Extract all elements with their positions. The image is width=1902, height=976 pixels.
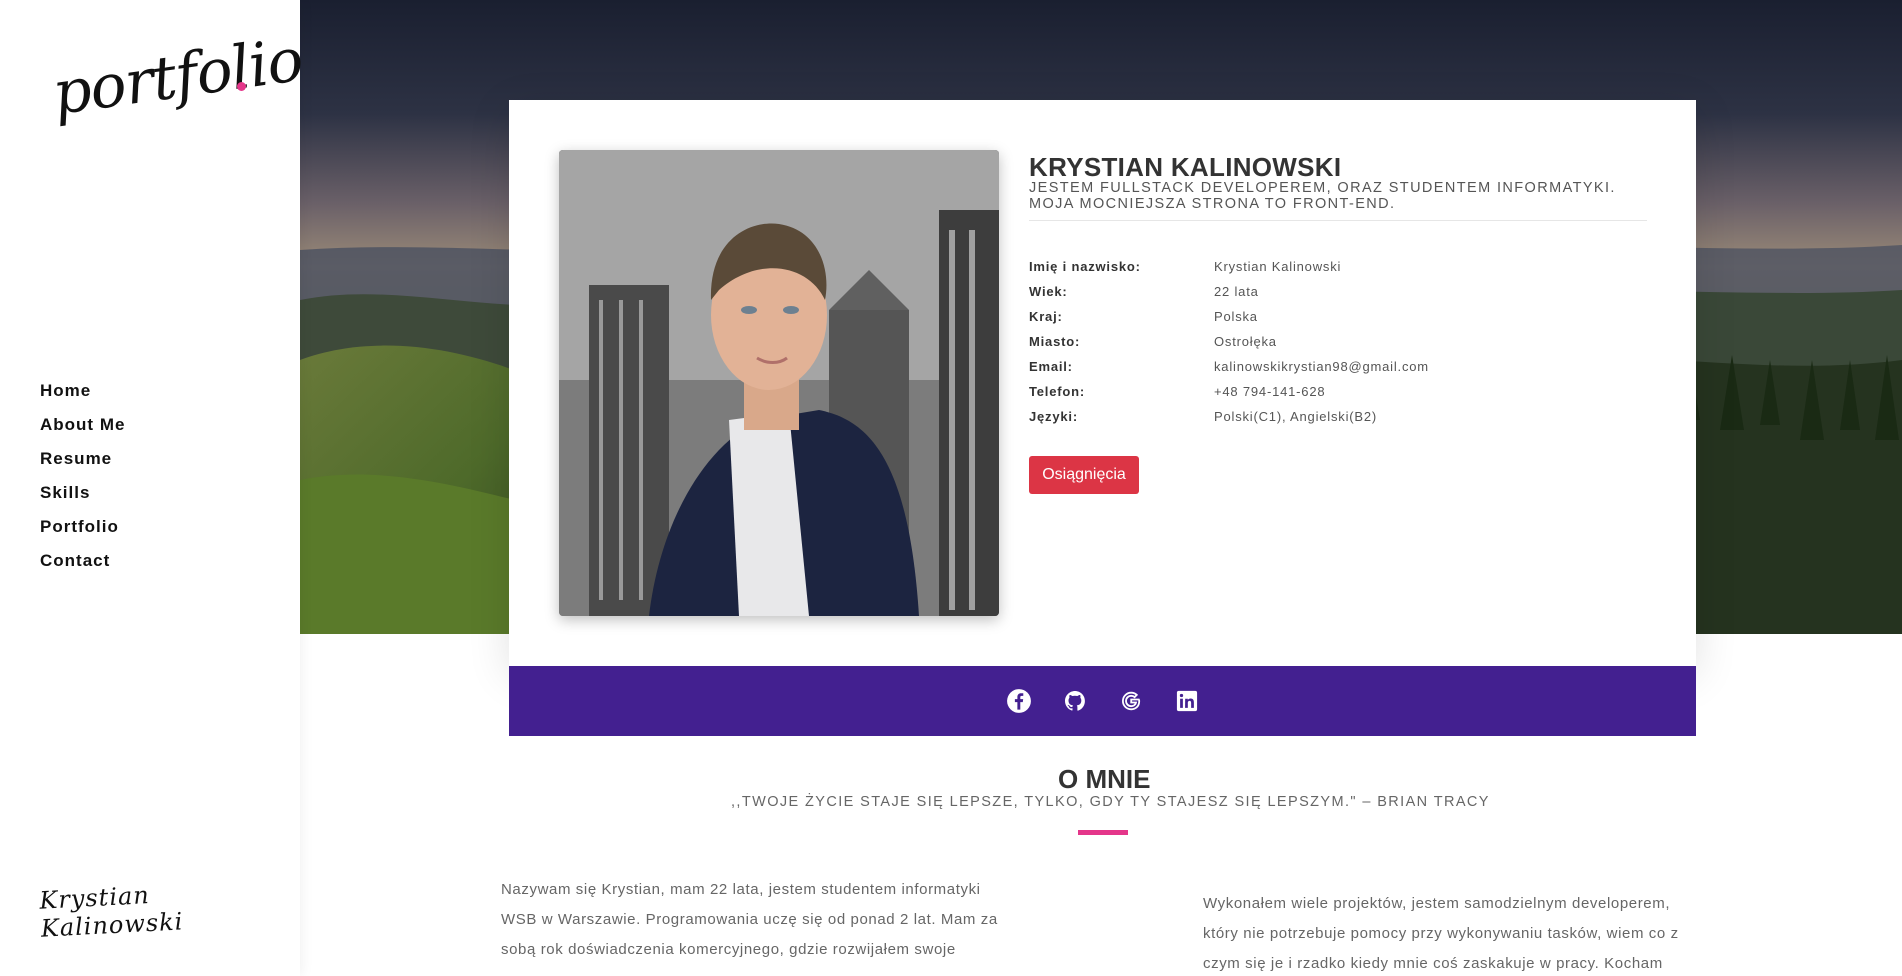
sidebar: portfolio Home About Me Resume Skills Po… — [0, 0, 307, 976]
main-nav: Home About Me Resume Skills Portfolio Co… — [40, 374, 125, 578]
section-accent-line — [1078, 830, 1128, 835]
nav-item-contact[interactable]: Contact — [40, 544, 125, 578]
social-links-bar — [509, 666, 1696, 736]
info-label: Miasto: — [1029, 334, 1081, 349]
info-label: Imię i nazwisko: — [1029, 259, 1141, 274]
info-row-name: Imię i nazwisko: Krystian Kalinowski — [1029, 254, 1429, 279]
logo-text: portfolio — [48, 24, 307, 130]
info-label: Wiek: — [1029, 284, 1068, 299]
achievements-button[interactable]: Osiągnięcia — [1029, 456, 1139, 494]
about-quote: ,,TWOJE ŻYCIE STAJE SIĘ LEPSZE, TYLKO, G… — [731, 794, 1490, 810]
signature: Krystian Kalinowski — [38, 881, 185, 943]
about-title: O MNIE — [1058, 764, 1151, 794]
about-text-left: Nazywam się Krystian, mam 22 lata, jeste… — [501, 875, 1001, 965]
nav-item-skills[interactable]: Skills — [40, 476, 125, 510]
info-value: Polski(C1), Angielski(B2) — [1214, 409, 1378, 424]
info-label: Email: — [1029, 359, 1073, 374]
profile-info-list: Imię i nazwisko: Krystian Kalinowski Wie… — [1029, 254, 1429, 429]
info-value: Polska — [1214, 309, 1258, 324]
info-value: Krystian Kalinowski — [1214, 259, 1342, 274]
profile-photo-illustration — [559, 150, 999, 616]
about-text-line: czym się je i rzadko kiedy mnie coś zask… — [1203, 955, 1663, 972]
profile-name: KRYSTIAN KALINOWSKI — [1029, 152, 1342, 182]
info-row-languages: Języki: Polski(C1), Angielski(B2) — [1029, 404, 1429, 429]
profile-subtitle: JESTEM FULLSTACK DEVELOPEREM, ORAZ STUDE… — [1029, 180, 1649, 212]
profile-card: KRYSTIAN KALINOWSKI JESTEM FULLSTACK DEV… — [509, 100, 1696, 666]
about-text-line: który nie potrzebuje pomocy przy wykonyw… — [1203, 925, 1679, 942]
nav-item-resume[interactable]: Resume — [40, 442, 125, 476]
about-text-line: sobą rok doświadczenia komercyjnego, gdz… — [501, 941, 956, 958]
subtitle-line-1: JESTEM FULLSTACK DEVELOPEREM, ORAZ STUDE… — [1029, 180, 1616, 196]
info-label: Języki: — [1029, 409, 1078, 424]
about-text-right: Wykonałem wiele projektów, jestem samodz… — [1203, 889, 1693, 976]
info-value: Ostrołęka — [1214, 334, 1277, 349]
about-text-line: Wykonałem wiele projektów, jestem samodz… — [1203, 895, 1671, 912]
nav-item-portfolio[interactable]: Portfolio — [40, 510, 125, 544]
info-label: Kraj: — [1029, 309, 1063, 324]
info-value: 22 lata — [1214, 284, 1259, 299]
about-text-line: Nazywam się Krystian, mam 22 lata, jeste… — [501, 881, 981, 898]
info-row-phone: Telefon: +48 794-141-628 — [1029, 379, 1429, 404]
subtitle-line-2: MOJA MOCNIEJSZA STRONA TO FRONT-END. — [1029, 196, 1396, 212]
profile-photo — [559, 150, 999, 616]
info-value: +48 794-141-628 — [1214, 384, 1326, 399]
nav-item-about-me[interactable]: About Me — [40, 408, 125, 442]
github-icon[interactable] — [1061, 687, 1089, 715]
linkedin-icon[interactable] — [1173, 687, 1201, 715]
info-row-age: Wiek: 22 lata — [1029, 279, 1429, 304]
info-label: Telefon: — [1029, 384, 1085, 399]
logo-heart-dot — [237, 82, 246, 91]
facebook-icon[interactable] — [1005, 687, 1033, 715]
info-value: kalinowskikrystian98@gmail.com — [1214, 359, 1429, 374]
profile-divider — [1029, 220, 1647, 221]
portfolio-logo[interactable]: portfolio — [48, 25, 306, 142]
info-row-city: Miasto: Ostrołęka — [1029, 329, 1429, 354]
nav-item-home[interactable]: Home — [40, 374, 125, 408]
info-row-country: Kraj: Polska — [1029, 304, 1429, 329]
about-text-line: WSB w Warszawie. Programowania uczę się … — [501, 911, 998, 928]
info-row-email: Email: kalinowskikrystian98@gmail.com — [1029, 354, 1429, 379]
google-icon[interactable] — [1117, 687, 1145, 715]
